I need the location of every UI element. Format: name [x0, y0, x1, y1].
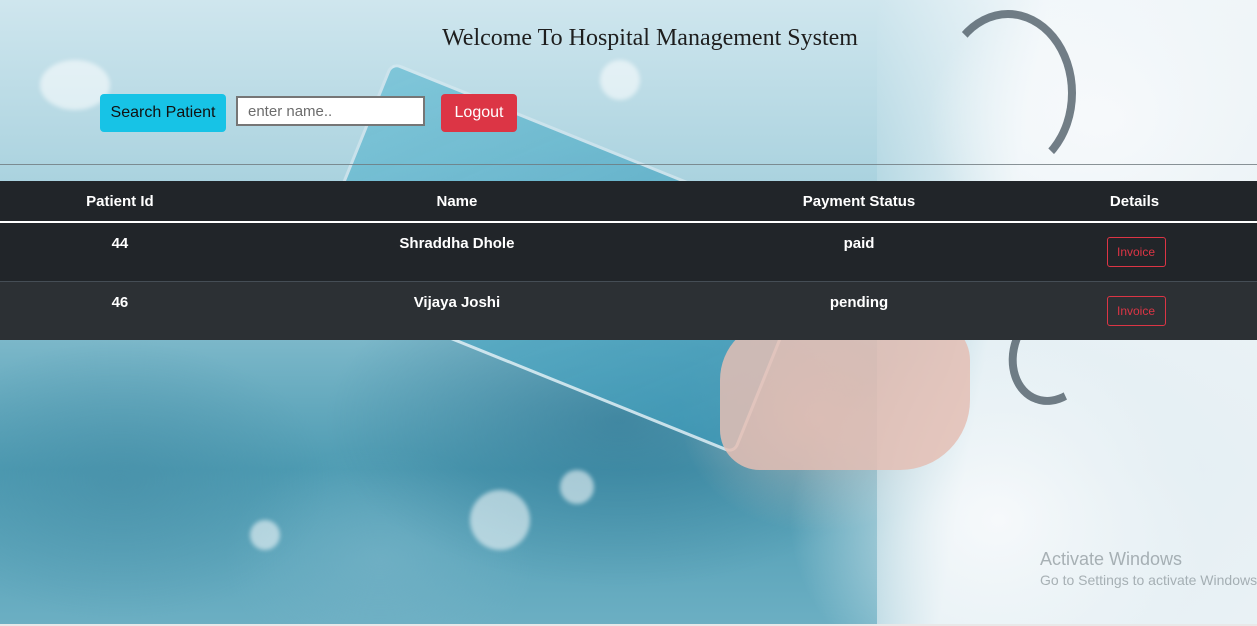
- page-title: Welcome To Hospital Management System: [442, 25, 858, 51]
- bokeh-light: [250, 520, 280, 550]
- watermark-subtitle: Go to Settings to activate Windows.: [1040, 572, 1257, 588]
- patient-id-cell: 44: [0, 221, 240, 282]
- bokeh-light: [600, 60, 640, 100]
- table-row: 46 Vijaya Joshi pending Invoice: [0, 281, 1257, 340]
- watermark-title: Activate Windows: [1040, 549, 1183, 569]
- bokeh-light: [470, 490, 530, 550]
- patient-id-cell: 46: [0, 281, 240, 340]
- table-row: 44 Shraddha Dhole paid Invoice: [0, 221, 1257, 282]
- invoice-button[interactable]: Invoice: [1106, 237, 1166, 267]
- patient-name-cell: Shraddha Dhole: [239, 221, 674, 282]
- patients-table: Patient Id Name Payment Status Details 4…: [0, 181, 1257, 340]
- patient-name-cell: Vijaya Joshi: [239, 281, 674, 340]
- divider: [0, 164, 1257, 165]
- column-header-details: Details: [1044, 181, 1257, 223]
- details-cell: Invoice: [1044, 221, 1257, 282]
- invoice-button[interactable]: Invoice: [1106, 296, 1166, 326]
- search-input[interactable]: [236, 96, 425, 126]
- payment-status-cell: paid: [674, 221, 1045, 282]
- column-header-payment-status: Payment Status: [674, 181, 1045, 223]
- bokeh-light: [560, 470, 594, 504]
- details-cell: Invoice: [1044, 281, 1257, 340]
- search-patient-button[interactable]: Search Patient: [100, 94, 226, 132]
- hand-image: [720, 320, 970, 470]
- logout-button[interactable]: Logout: [441, 94, 517, 132]
- table-header-row: Patient Id Name Payment Status Details: [0, 181, 1257, 223]
- column-header-patient-id: Patient Id: [0, 181, 240, 223]
- activate-windows-watermark: Activate Windows Go to Settings to activ…: [1040, 548, 1257, 590]
- column-header-name: Name: [239, 181, 674, 223]
- payment-status-cell: pending: [674, 281, 1045, 340]
